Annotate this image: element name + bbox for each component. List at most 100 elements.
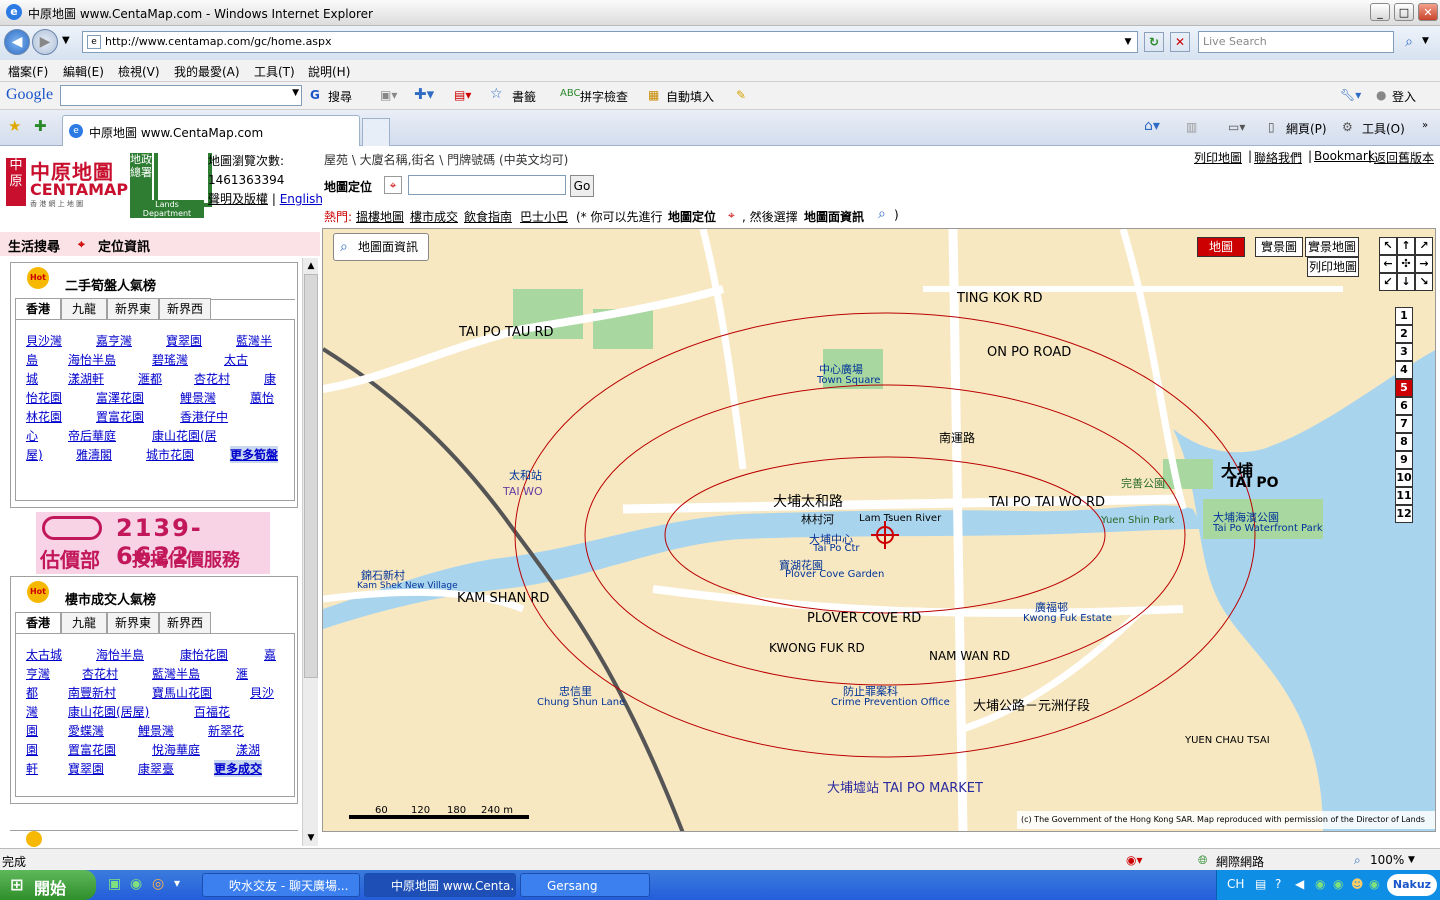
list-item[interactable]: 康翠臺: [138, 760, 174, 777]
list-item[interactable]: 都: [26, 684, 38, 701]
map-print-button[interactable]: 列印地圖: [1307, 257, 1359, 277]
home-icon[interactable]: ⌂▾: [1144, 118, 1160, 134]
region-tab-hk[interactable]: 香港: [15, 612, 61, 634]
media-icon[interactable]: ◉: [130, 876, 142, 892]
map-info-button[interactable]: ⌕ 地圖面資訊: [333, 233, 429, 261]
zoom-dropdown-icon[interactable]: ▼: [1408, 855, 1415, 865]
list-item[interactable]: 海怡半島: [68, 351, 116, 368]
search-icon[interactable]: ⌕: [1398, 32, 1420, 52]
list-item[interactable]: 康: [264, 370, 276, 387]
desktop-icon[interactable]: ▣: [108, 876, 121, 892]
highlighter-icon[interactable]: ✎: [736, 88, 746, 102]
new-tab-button[interactable]: [362, 118, 390, 146]
region-tab-kln[interactable]: 九龍: [61, 612, 107, 634]
zoom-level-5[interactable]: 5: [1395, 379, 1413, 397]
print-icon[interactable]: ▭▾: [1228, 120, 1245, 134]
zoom-level-4[interactable]: 4: [1395, 361, 1413, 379]
left-panel-scrollbar[interactable]: ▲ ▼: [302, 258, 318, 846]
bookmarks-button[interactable]: 書籤: [512, 88, 536, 105]
list-item[interactable]: 愛蝶灣: [68, 722, 104, 739]
list-item[interactable]: 漾湖: [236, 741, 260, 758]
tools-menu-button[interactable]: 工具(O): [1362, 120, 1405, 137]
list-item[interactable]: 康怡花園: [180, 646, 228, 663]
list-item[interactable]: 心: [26, 427, 38, 444]
window-title-bar[interactable]: e 中原地圖 www.CentaMap.com - Windows Intern…: [0, 0, 1440, 26]
list-item[interactable]: 亨灣: [26, 665, 50, 682]
list-item[interactable]: 康山花園(居屋): [68, 703, 149, 720]
list-item[interactable]: 南豐新村: [68, 684, 116, 701]
pan-northwest-icon[interactable]: ↖: [1379, 237, 1397, 255]
list-item[interactable]: 島: [26, 351, 38, 368]
region-tab-nte[interactable]: 新界東: [107, 298, 159, 320]
zoom-level[interactable]: 100%: [1370, 853, 1404, 867]
firefox-icon[interactable]: ◎: [152, 876, 164, 892]
zoom-level-9[interactable]: 9: [1395, 451, 1413, 469]
add-favorites-icon[interactable]: ✚: [34, 117, 47, 135]
zoom-level-3[interactable]: 3: [1395, 343, 1413, 361]
list-item[interactable]: 蕙怡: [250, 389, 274, 406]
page-menu-button[interactable]: 網頁(P): [1286, 120, 1327, 137]
list-item[interactable]: 漾湖軒: [68, 370, 104, 387]
list-item[interactable]: 灣: [26, 703, 38, 720]
pan-southwest-icon[interactable]: ↙: [1379, 273, 1397, 291]
list-item[interactable]: 貝沙: [250, 684, 274, 701]
list-item[interactable]: 滙都: [138, 370, 162, 387]
tab-centamap[interactable]: e 中原地圖 www.CentaMap.com: [62, 115, 360, 146]
stop-icon[interactable]: ✕: [1170, 32, 1190, 52]
tray-icon-security[interactable]: ◉: [1369, 877, 1379, 891]
list-item[interactable]: 藍灣半島: [152, 665, 200, 682]
menu-help[interactable]: 說明(H): [308, 63, 350, 80]
list-item[interactable]: 帝后華庭: [68, 427, 116, 444]
zoom-level-10[interactable]: 10: [1395, 469, 1413, 487]
list-item[interactable]: 海怡半島: [96, 646, 144, 663]
pan-east-icon[interactable]: →: [1415, 255, 1433, 273]
scroll-thumb[interactable]: [304, 274, 318, 678]
more-transactions-link[interactable]: 更多成交: [214, 760, 263, 777]
list-item[interactable]: 杏花村: [194, 370, 230, 387]
list-item[interactable]: 置富花園: [68, 741, 116, 758]
list-item[interactable]: 怡花園: [26, 389, 62, 406]
more-listings-link[interactable]: 更多筍盤: [230, 446, 279, 463]
list-item[interactable]: 嘉: [264, 646, 276, 663]
hot-link-dining[interactable]: 飲食指南: [464, 208, 512, 225]
region-tab-ntw[interactable]: 新界西: [159, 298, 211, 320]
list-item[interactable]: 太古: [224, 351, 248, 368]
zoom-level-2[interactable]: 2: [1395, 325, 1413, 343]
pan-northeast-icon[interactable]: ↗: [1415, 237, 1433, 255]
list-item[interactable]: 寶翠園: [68, 760, 104, 777]
list-item[interactable]: 貝沙灣: [26, 332, 62, 349]
list-item[interactable]: 滙: [236, 665, 248, 682]
list-item[interactable]: 雅濤閣: [76, 446, 112, 463]
menu-edit[interactable]: 編輯(E): [63, 63, 104, 80]
close-button[interactable]: ✕: [1418, 3, 1438, 21]
pan-west-icon[interactable]: ←: [1379, 255, 1397, 273]
map-canvas[interactable]: ⌕ 地圖面資訊 地圖 實景圖 實景地圖 列印地圖 ↖ ↑ ↗ ← ✣ → ↙ ↓…: [322, 228, 1436, 832]
tray-icon-messenger[interactable]: ◉: [1333, 877, 1343, 891]
zoom-level-7[interactable]: 7: [1395, 415, 1413, 433]
list-item[interactable]: 城市花園: [146, 446, 194, 463]
view-tab-photomap[interactable]: 實景地圖: [1305, 237, 1359, 257]
crosshair-icon[interactable]: ⌖: [384, 176, 402, 194]
nakuz-badge[interactable]: Nakuz: [1387, 874, 1437, 896]
view-tab-map[interactable]: 地圖: [1197, 237, 1245, 257]
list-item[interactable]: 屋): [26, 446, 43, 463]
zoom-level-1[interactable]: 1: [1395, 307, 1413, 325]
tray-collapse-icon[interactable]: ◀: [1295, 877, 1304, 891]
google-search-dropdown-icon[interactable]: ▼: [292, 88, 299, 98]
list-item[interactable]: 鯉景灣: [180, 389, 216, 406]
privacy-icon[interactable]: ◉▾: [1126, 853, 1143, 867]
list-item[interactable]: 軒: [26, 760, 38, 777]
search-options-icon[interactable]: ▼: [1422, 36, 1429, 46]
add-button-icon[interactable]: ✚▾: [414, 85, 434, 103]
old-version-link[interactable]: 返回舊版本: [1374, 149, 1434, 166]
go-button[interactable]: Go: [570, 175, 594, 197]
list-item[interactable]: 富澤花園: [96, 389, 144, 406]
zoom-level-6[interactable]: 6: [1395, 397, 1413, 415]
menu-file[interactable]: 檔案(F): [8, 63, 48, 80]
menu-favorites[interactable]: 我的最愛(A): [174, 63, 240, 80]
list-item[interactable]: 嘉亨灣: [96, 332, 132, 349]
list-item[interactable]: 百福花: [194, 703, 230, 720]
bookmark-link[interactable]: Bookmark: [1314, 149, 1375, 163]
list-item[interactable]: 悅海華庭: [152, 741, 200, 758]
history-dropdown-icon[interactable]: ▼: [62, 35, 70, 46]
